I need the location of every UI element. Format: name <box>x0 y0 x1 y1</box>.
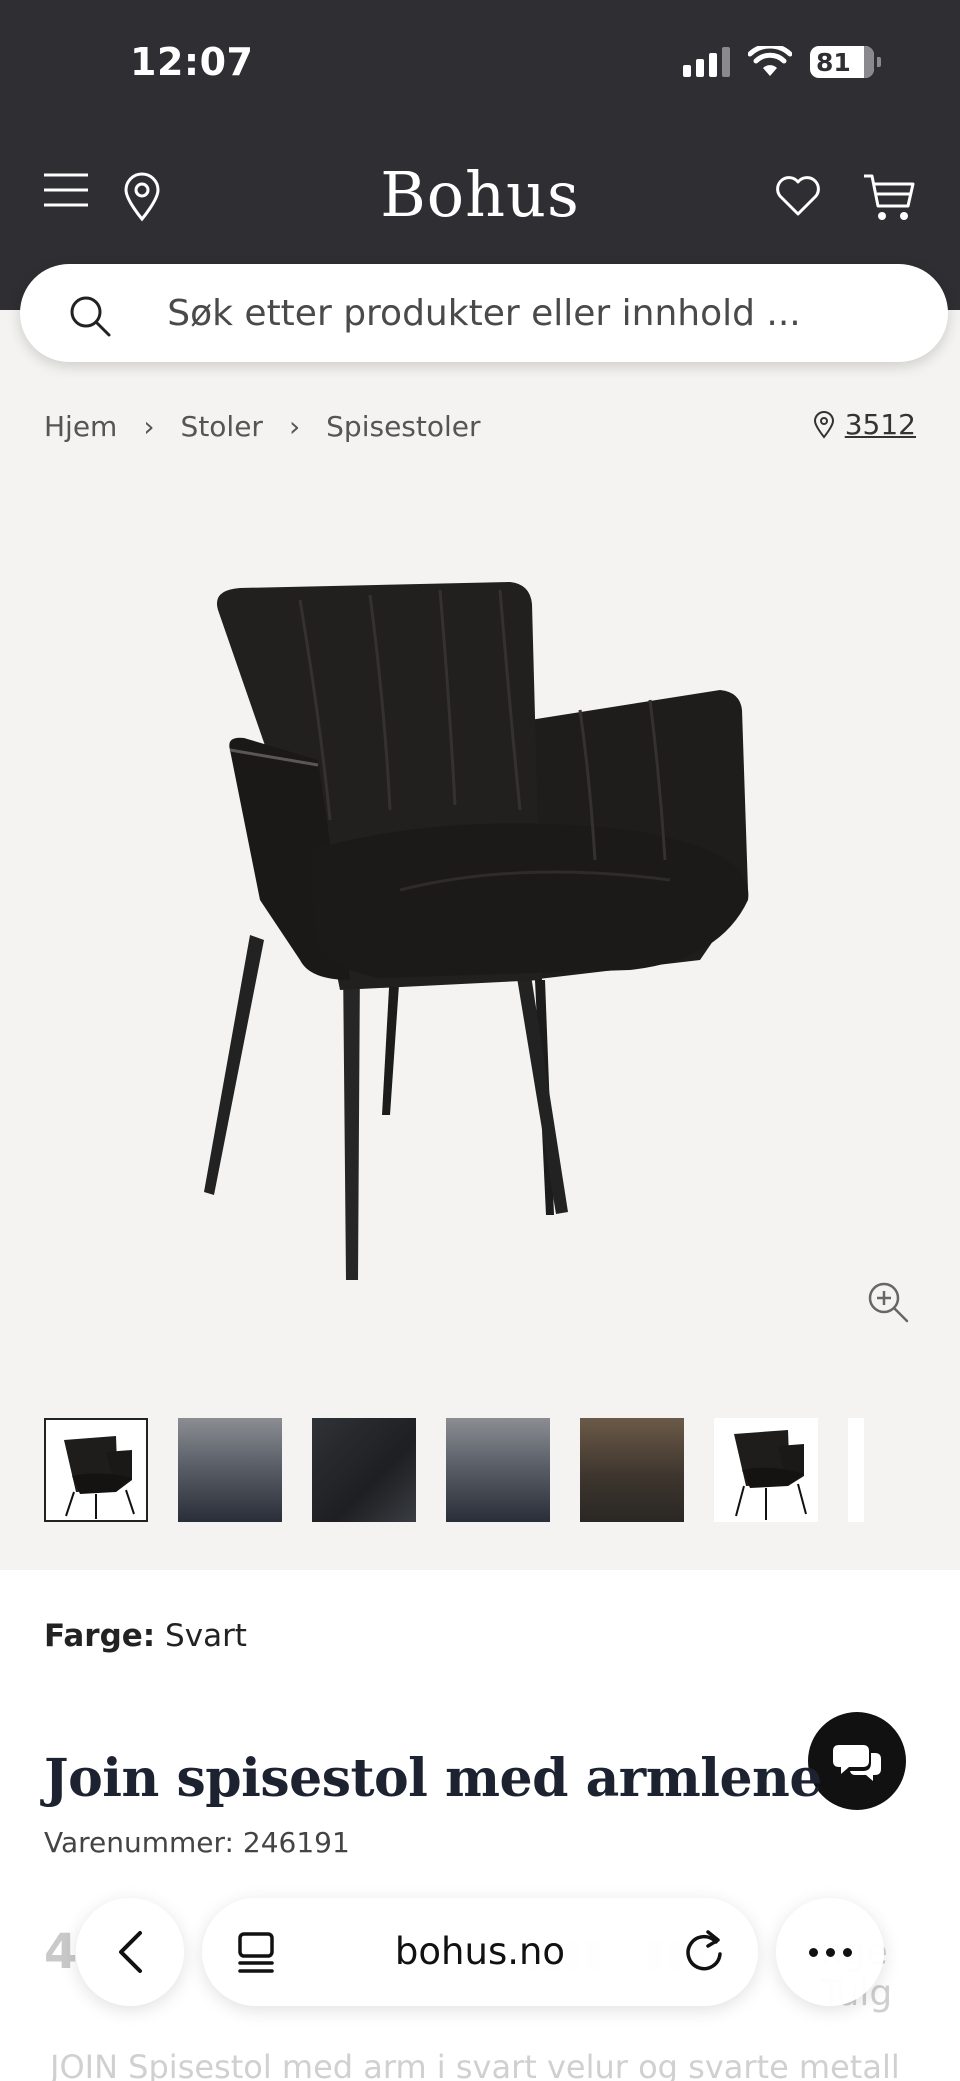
browser-back-button[interactable] <box>76 1898 184 2006</box>
chevron-right-icon: › <box>143 410 155 443</box>
thumbnail-living-room-scene[interactable] <box>580 1418 684 1522</box>
search-placeholder[interactable]: Søk etter produkter eller innhold ... <box>20 293 948 334</box>
search-bar[interactable]: Søk etter produkter eller innhold ... <box>20 264 948 362</box>
reload-icon[interactable] <box>682 1928 726 1974</box>
breadcrumb-spisestoler[interactable]: Spisestoler <box>326 410 480 443</box>
color-value: Svart <box>165 1618 247 1654</box>
wifi-icon <box>748 46 792 76</box>
status-time: 12:07 <box>130 40 254 84</box>
wishlist-heart-icon[interactable] <box>774 174 822 218</box>
battery-icon: 81 <box>810 46 881 78</box>
product-description: JOIN Spisestol med arm i svart velur og … <box>50 2048 900 2081</box>
thumbnail-chair-front[interactable] <box>44 1418 148 1522</box>
thumbnail-partial[interactable] <box>848 1418 864 1522</box>
status-icons: 81 <box>683 46 881 78</box>
breadcrumb-home[interactable]: Hjem <box>44 410 117 443</box>
product-main-image[interactable] <box>200 560 760 1290</box>
selected-store[interactable]: 3512 <box>813 408 916 441</box>
chat-button[interactable] <box>808 1712 906 1810</box>
thumbnail-strip <box>44 1418 864 1526</box>
chevron-right-icon: › <box>288 410 301 443</box>
thumbnail-dining-scene-2[interactable] <box>446 1418 550 1522</box>
browser-address-bar[interactable]: bohus.no <box>202 1898 758 2006</box>
cellular-signal-icon <box>683 47 730 77</box>
browser-domain[interactable]: bohus.no <box>202 1930 758 1973</box>
location-pin-icon <box>813 410 834 439</box>
sku-value: 246191 <box>242 1826 350 1859</box>
thumbnail-dining-scene[interactable] <box>178 1418 282 1522</box>
zoom-in-icon[interactable] <box>866 1280 910 1324</box>
cart-icon[interactable] <box>862 172 916 222</box>
browser-more-button[interactable] <box>776 1898 884 2006</box>
chat-bubbles-icon <box>833 1745 881 1781</box>
breadcrumb: Hjem › Stoler › Spisestoler <box>44 410 481 443</box>
sku-label: Varenummer: <box>44 1826 234 1859</box>
product-sku: Varenummer: 246191 <box>44 1826 350 1859</box>
product-price: 4 <box>44 1924 78 1980</box>
product-title: Join spisestol med armlene <box>44 1748 822 1809</box>
color-selection: Farge: Svart <box>44 1618 247 1654</box>
color-label: Farge: <box>44 1618 156 1654</box>
thumbnail-fabric-closeup[interactable] <box>312 1418 416 1522</box>
battery-level: 81 <box>816 47 851 77</box>
chevron-left-icon <box>119 1931 142 1973</box>
store-number[interactable]: 3512 <box>845 408 916 441</box>
thumbnail-chair-front-2[interactable] <box>714 1418 818 1522</box>
breadcrumb-stoler[interactable]: Stoler <box>181 410 263 443</box>
